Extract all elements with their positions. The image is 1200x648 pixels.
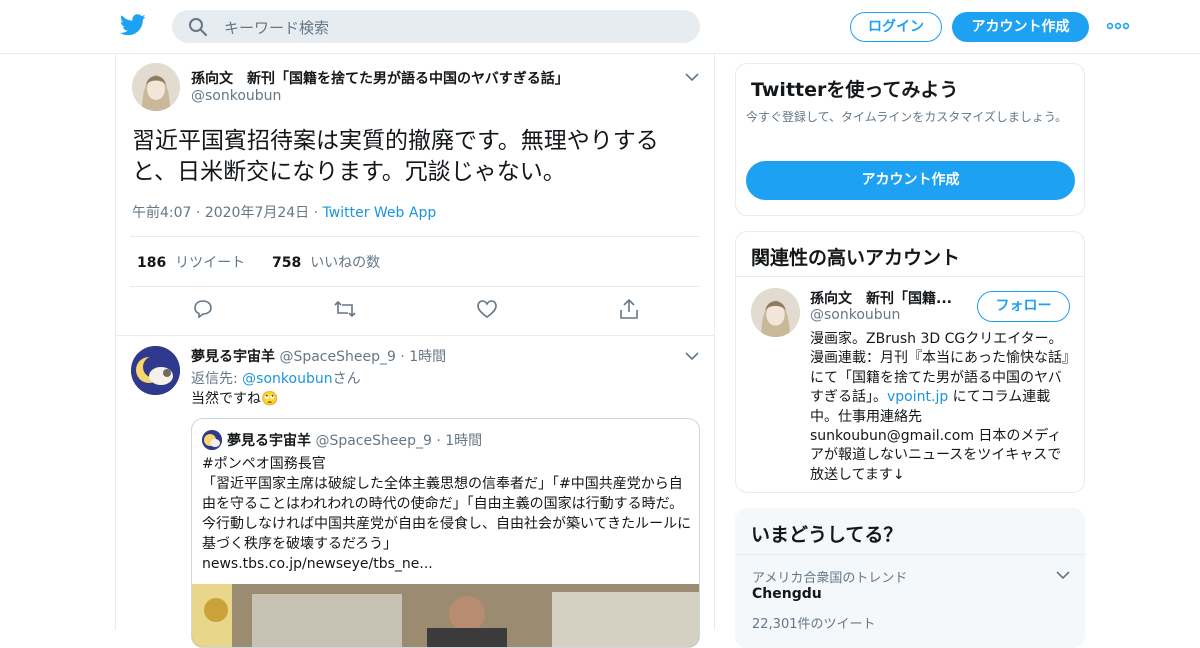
share-icon[interactable] bbox=[617, 298, 641, 320]
meta-separator: · bbox=[195, 205, 205, 221]
avatar[interactable] bbox=[751, 288, 800, 337]
tweet-meta: 午前4:07 · 2020年7月24日 · Twitter Web App bbox=[132, 202, 436, 222]
reply-author-name[interactable]: 夢見る宇宙羊 bbox=[191, 349, 275, 365]
like-count: 758 bbox=[272, 255, 302, 271]
replying-to-label: 返信先: bbox=[191, 371, 238, 387]
like-heart-icon[interactable] bbox=[475, 298, 499, 320]
account-name[interactable]: 孫向文 新刊「国籍... bbox=[810, 288, 952, 308]
avatar-image bbox=[131, 346, 180, 395]
divider bbox=[130, 236, 700, 237]
chevron-down-icon[interactable] bbox=[685, 351, 699, 361]
retweet-icon[interactable] bbox=[333, 298, 357, 320]
search-input[interactable]: キーワード検索 bbox=[224, 17, 329, 38]
divider bbox=[116, 335, 714, 336]
tweet-source[interactable]: Twitter Web App bbox=[323, 205, 437, 221]
tweet-author-name[interactable]: 孫向文 新刊「国籍を捨てた男が語る中国のヤバすぎる話」 bbox=[191, 68, 569, 88]
retweet-stat[interactable]: 186 リツイート bbox=[137, 255, 245, 271]
related-accounts-title: 関連性の高いアカウント bbox=[751, 247, 961, 269]
quoted-tweet[interactable]: 夢見る宇宙羊 @SpaceSheep_9 · 1時間 #ポンペオ国務長官 「習近… bbox=[191, 418, 700, 648]
chevron-down-icon[interactable] bbox=[1056, 570, 1070, 580]
trend-tweet-count: 22,301件のツイート bbox=[752, 617, 876, 632]
quote-author-name: 夢見る宇宙羊 bbox=[227, 433, 311, 449]
top-bar: キーワード検索 ログイン アカウント作成 bbox=[0, 0, 1200, 54]
tweet-stats: 186 リツイート 758 いいねの数 bbox=[137, 252, 380, 272]
trends-card: いまどうしてる？ アメリカ合衆国のトレンド Chengdu 22,301件のツイ… bbox=[735, 508, 1086, 648]
related-accounts-card: 関連性の高いアカウント 孫向文 新刊「国籍... @sonkoubun フォロー… bbox=[735, 231, 1085, 493]
divider bbox=[130, 286, 700, 287]
trends-title: いまどうしてる？ bbox=[751, 524, 903, 546]
more-icon[interactable] bbox=[1106, 19, 1130, 33]
like-label: いいねの数 bbox=[310, 255, 381, 271]
divider bbox=[736, 276, 1084, 277]
signup-button[interactable]: アカウント作成 bbox=[952, 12, 1089, 42]
divider bbox=[736, 554, 1086, 555]
main-column: 孫向文 新刊「国籍を捨てた男が語る中国のヤバすぎる話」 @sonkoubun 習… bbox=[115, 54, 715, 648]
retweet-label: リツイート bbox=[175, 255, 246, 271]
like-stat[interactable]: 758 いいねの数 bbox=[272, 255, 380, 271]
try-twitter-description: 今すぐ登録して、タイムラインをカスタマイズしましょう。 bbox=[746, 110, 1068, 124]
try-twitter-card: Twitterを使ってみよう 今すぐ登録して、タイムラインをカスタマイズしましょ… bbox=[735, 63, 1085, 216]
tweet-author-handle[interactable]: @sonkoubun bbox=[191, 88, 281, 104]
avatar-image bbox=[751, 288, 800, 337]
trend-topic[interactable]: Chengdu bbox=[752, 586, 822, 602]
account-handle[interactable]: @sonkoubun bbox=[810, 307, 900, 323]
quote-hashtag-line: #ポンペオ国務長官 bbox=[202, 456, 326, 472]
replying-to: 返信先: @sonkoubunさん bbox=[191, 368, 361, 388]
reply-header: 夢見る宇宙羊 @SpaceSheep_9 · 1時間 bbox=[191, 346, 446, 366]
tweet-time[interactable]: 午前4:07 bbox=[132, 205, 191, 221]
replying-to-handle[interactable]: @sonkoubun bbox=[242, 371, 332, 387]
chevron-down-icon[interactable] bbox=[685, 72, 699, 82]
avatar[interactable] bbox=[132, 63, 180, 111]
reply-icon[interactable] bbox=[191, 298, 215, 320]
meta-separator: · bbox=[436, 433, 446, 449]
meta-separator: · bbox=[313, 205, 323, 221]
tweet-text: 習近平国賓招待案は実質的撤廃です。無理やりすると、日米断交になります。冗談じゃな… bbox=[132, 128, 659, 185]
reply-time[interactable]: 1時間 bbox=[409, 349, 446, 365]
search-box[interactable]: キーワード検索 bbox=[172, 10, 700, 43]
tweet-date[interactable]: 2020年7月24日 bbox=[205, 205, 309, 221]
quote-url: news.tbs.co.jp/newseye/tbs_ne... bbox=[202, 556, 433, 572]
replying-to-suffix: さん bbox=[332, 371, 361, 387]
signup-button[interactable]: アカウント作成 bbox=[746, 161, 1075, 200]
search-icon bbox=[189, 18, 207, 36]
reply-text: 当然ですね🙄 bbox=[191, 391, 279, 407]
avatar-image bbox=[132, 63, 180, 111]
meta-separator: · bbox=[400, 349, 410, 365]
account-bio: 漫画家。ZBrush 3D CGクリエイター。漫画連載：月刊『本当にあった愉快な… bbox=[810, 330, 1072, 485]
trend-context: アメリカ合衆国のトレンド bbox=[752, 571, 908, 586]
quote-time: 1時間 bbox=[445, 433, 483, 449]
bio-link[interactable]: vpoint.jp bbox=[887, 389, 948, 405]
reply-avatar[interactable] bbox=[131, 346, 180, 395]
quote-media-image[interactable] bbox=[192, 584, 699, 647]
quote-body: #ポンペオ国務長官 「習近平国家主席は破綻した全体主義思想の信奉者だ」「#中国共… bbox=[202, 454, 692, 574]
follow-button[interactable]: フォロー bbox=[977, 291, 1070, 322]
reply-author-handle[interactable]: @SpaceSheep_9 bbox=[279, 349, 395, 365]
login-button[interactable]: ログイン bbox=[850, 12, 942, 42]
try-twitter-title: Twitterを使ってみよう bbox=[751, 79, 959, 101]
retweet-count: 186 bbox=[137, 255, 167, 271]
twitter-logo-icon[interactable] bbox=[120, 14, 146, 36]
media-photo bbox=[192, 584, 699, 647]
quote-avatar bbox=[202, 430, 222, 450]
quote-text: 「習近平国家主席は破綻した全体主義思想の信奉者だ」「#中国共産党から自由を守るこ… bbox=[202, 476, 692, 552]
quote-header: 夢見る宇宙羊 @SpaceSheep_9 · 1時間 bbox=[227, 430, 482, 450]
avatar-image bbox=[202, 430, 222, 450]
quote-author-handle: @SpaceSheep_9 bbox=[315, 433, 432, 449]
